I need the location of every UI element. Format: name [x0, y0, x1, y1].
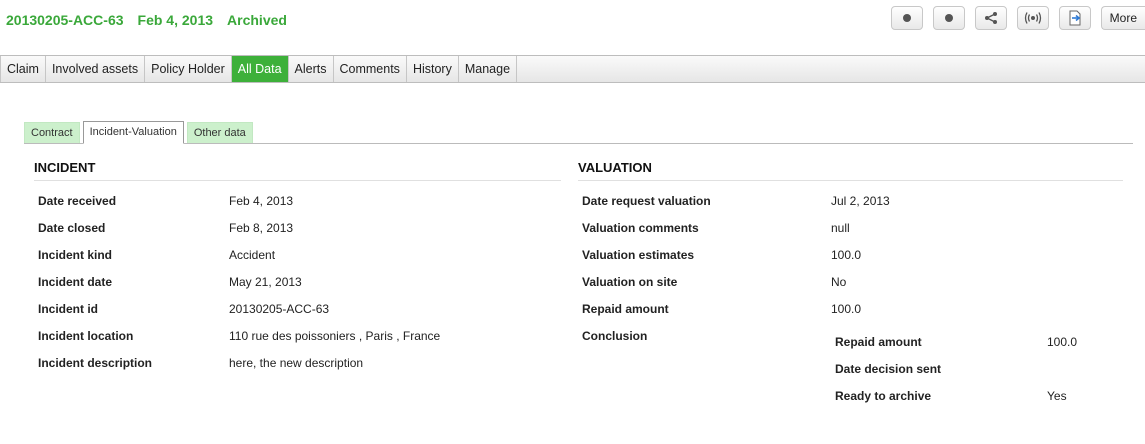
field-label: Incident location [38, 329, 134, 343]
field-label: Incident description [38, 356, 153, 370]
tab-all-data[interactable]: All Data [231, 56, 289, 82]
dot-icon [944, 14, 953, 22]
export-icon [1069, 10, 1081, 26]
field-value: 100.0 [831, 248, 862, 262]
tab-alerts[interactable]: Alerts [289, 56, 334, 82]
field-value: null [831, 221, 850, 235]
field-value: 110 rue des poissoniers , Paris , France [229, 329, 441, 343]
field-label: Date received [38, 194, 117, 208]
field-value: Feb 8, 2013 [229, 221, 294, 235]
export-button[interactable] [1058, 6, 1091, 30]
dot-button-1[interactable] [890, 6, 923, 30]
field-label: Incident id [38, 302, 98, 316]
field-label: Ready to archive [835, 389, 932, 403]
tab-involved-assets[interactable]: Involved assets [46, 56, 146, 82]
field-value: 100.0 [1047, 335, 1078, 349]
broadcast-button[interactable] [1016, 6, 1049, 30]
field-value: May 21, 2013 [229, 275, 302, 289]
field-label: Valuation estimates [582, 248, 695, 262]
field-label: Conclusion [582, 329, 648, 343]
dot-icon [902, 14, 911, 22]
field-value: here, the new description [229, 356, 364, 370]
toolbar: More [881, 6, 1145, 30]
field-value: 20130205-ACC-63 [229, 302, 330, 316]
field-value: Feb 4, 2013 [229, 194, 294, 208]
field-label: Repaid amount [835, 335, 922, 349]
field-label: Date request valuation [582, 194, 711, 208]
field-label: Valuation on site [582, 275, 678, 289]
sub-tabs: Contract Incident-Valuation Other data [24, 120, 1133, 144]
tab-comments[interactable]: Comments [334, 56, 407, 82]
dot-button-2[interactable] [932, 6, 965, 30]
field-value: Accident [229, 248, 276, 262]
subtab-incident-valuation[interactable]: Incident-Valuation [82, 121, 184, 144]
case-id: 20130205-ACC-63 [6, 12, 124, 28]
incident-divider [34, 180, 561, 181]
subtab-other-data[interactable]: Other data [186, 122, 253, 143]
broadcast-icon [1024, 12, 1041, 24]
field-value: No [831, 275, 847, 289]
status-badge: Archived [227, 12, 287, 28]
field-label: Valuation comments [582, 221, 699, 235]
valuation-divider [578, 180, 1123, 181]
subtab-contract[interactable]: Contract [24, 122, 80, 143]
main-tabs: Claim Involved assets Policy Holder All … [0, 55, 1145, 83]
page-title: 20130205-ACC-63 Feb 4, 2013 Archived [6, 10, 301, 30]
tab-policy-holder[interactable]: Policy Holder [145, 56, 232, 82]
more-button[interactable]: More [1100, 6, 1145, 30]
case-date: Feb 4, 2013 [137, 12, 214, 28]
field-label: Incident date [38, 275, 113, 289]
tab-claim[interactable]: Claim [0, 56, 46, 82]
tab-history[interactable]: History [407, 56, 459, 82]
field-value: Jul 2, 2013 [831, 194, 890, 208]
share-button[interactable] [974, 6, 1007, 30]
incident-section-title: INCIDENT [34, 160, 96, 175]
tab-manage[interactable]: Manage [459, 56, 518, 82]
field-label: Incident kind [38, 248, 113, 262]
field-label: Date decision sent [835, 362, 942, 376]
share-icon [984, 12, 997, 24]
field-label: Date closed [38, 221, 106, 235]
field-value: 100.0 [831, 302, 862, 316]
valuation-section-title: VALUATION [578, 160, 652, 175]
field-label: Repaid amount [582, 302, 669, 316]
field-value: Yes [1047, 389, 1067, 403]
